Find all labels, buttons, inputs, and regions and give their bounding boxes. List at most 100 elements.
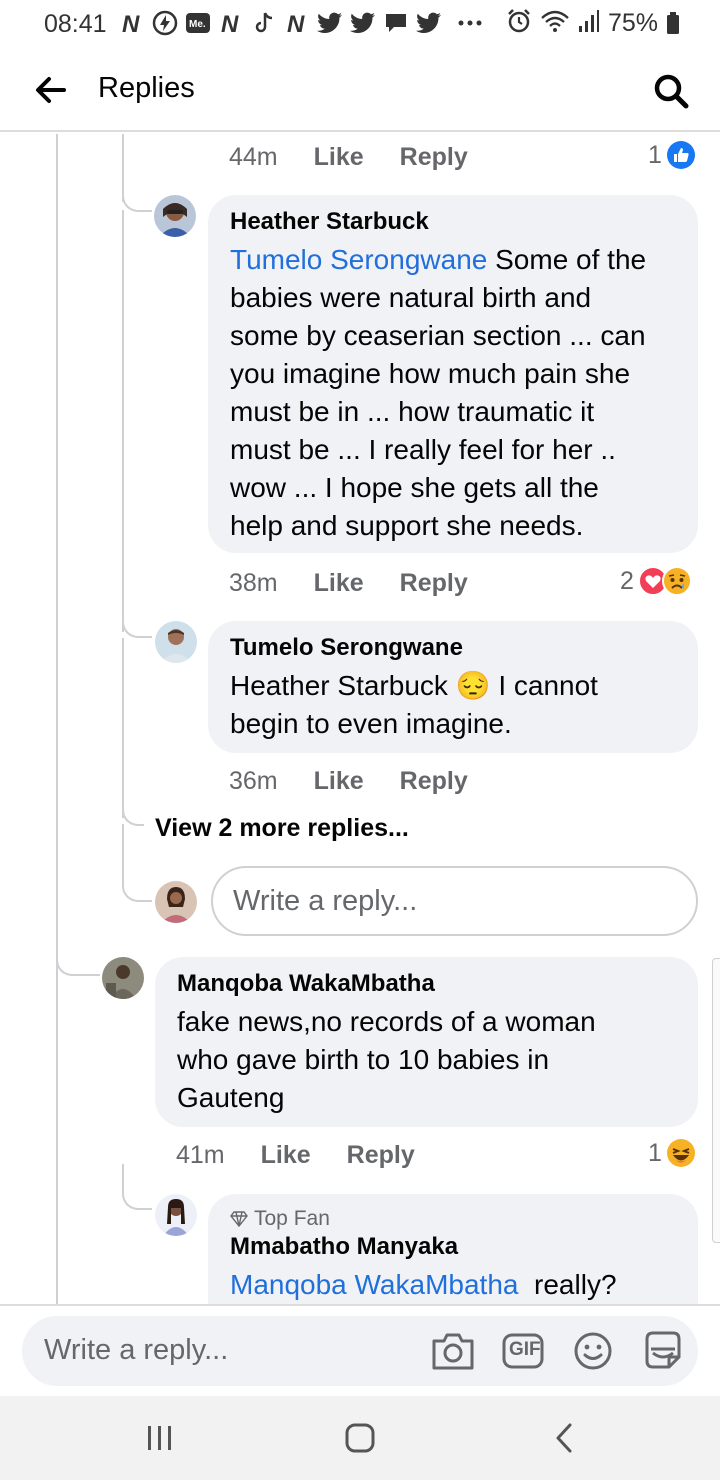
- comment-meta: 38m Like Reply: [229, 566, 504, 600]
- avatar[interactable]: [154, 195, 196, 237]
- sticker-button[interactable]: [640, 1328, 686, 1374]
- reply-text-line: babies were natural birth and: [230, 282, 592, 313]
- view-more-replies-link[interactable]: View 2 more replies...: [155, 814, 409, 843]
- gif-label: GIF: [509, 1339, 541, 1360]
- author-name[interactable]: Mmabatho Manyaka: [230, 1232, 676, 1262]
- thread-connector: [122, 882, 152, 902]
- thread-line-inner: [122, 638, 124, 818]
- composer[interactable]: Write a reply... GIF: [22, 1316, 698, 1386]
- sad-reaction-icon: [661, 566, 692, 596]
- my-avatar: [155, 881, 197, 923]
- battery-icon: [666, 12, 680, 34]
- comment-text: fake news,no records of a woman who gave…: [177, 1003, 676, 1117]
- home-icon: [345, 1423, 375, 1453]
- reply-text-line: I cannot: [490, 670, 598, 701]
- twitter-icon: [415, 9, 443, 37]
- alarm-icon: [506, 8, 532, 39]
- scrollbar[interactable]: [712, 958, 720, 1243]
- reply-button[interactable]: Reply: [347, 1141, 415, 1170]
- recents-button[interactable]: [130, 1416, 190, 1460]
- notification-icons: N Me. N N: [118, 8, 484, 38]
- reply-text-line: really?: [518, 1269, 617, 1300]
- like-button[interactable]: Like: [314, 569, 364, 598]
- search-icon: [654, 74, 689, 109]
- reaction-summary[interactable]: 2: [620, 564, 692, 598]
- thread-line-inner: [122, 134, 124, 202]
- emoji-pensive-icon: 😔: [455, 670, 491, 701]
- wifi-icon: [540, 9, 570, 38]
- reply-bubble[interactable]: Top Fan Mmabatho Manyaka Manqoba WakaMba…: [208, 1194, 698, 1304]
- like-button[interactable]: Like: [314, 767, 364, 796]
- composer-bar: Write a reply... GIF: [0, 1304, 720, 1396]
- avatar[interactable]: [155, 1194, 197, 1236]
- author-name[interactable]: Manqoba WakaMbatha: [177, 969, 676, 999]
- camera-button[interactable]: [430, 1328, 476, 1374]
- reply-button[interactable]: Reply: [400, 143, 468, 172]
- reaction-count: 1: [648, 1138, 662, 1167]
- emoji-button[interactable]: [570, 1328, 616, 1374]
- reaction-summary[interactable]: 1: [648, 1136, 696, 1170]
- emoji-icon: [574, 1332, 612, 1370]
- author-name[interactable]: Tumelo Serongwane: [230, 633, 676, 663]
- thread-connector: [122, 622, 152, 638]
- reply-text-line: Some of the: [487, 244, 647, 275]
- top-fan-label: Top Fan: [254, 1207, 330, 1230]
- thread-connector: [122, 810, 144, 826]
- reply-bubble[interactable]: Heather Starbuck Tumelo Serongwane Some …: [208, 195, 698, 553]
- reaction-count: 1: [648, 140, 662, 169]
- reply-text-line: you imagine how much pain she: [230, 358, 631, 389]
- diamond-icon: [230, 1211, 248, 1227]
- search-button[interactable]: [648, 68, 694, 114]
- mention-link[interactable]: Tumelo Serongwane: [230, 244, 487, 275]
- tiktok-icon: [250, 9, 278, 37]
- messenger-bolt-icon: [151, 9, 179, 37]
- author-name[interactable]: Heather Starbuck: [230, 207, 676, 237]
- svg-text:N: N: [122, 11, 140, 35]
- reply-text: Tumelo Serongwane Some of the babies wer…: [230, 241, 676, 545]
- status-bar: 08:41 N Me. N N 75%: [0, 0, 720, 48]
- arrow-left-icon: [36, 77, 66, 103]
- comment-time: 36m: [229, 766, 278, 795]
- avatar[interactable]: [102, 957, 144, 999]
- me-icon: Me.: [184, 9, 212, 37]
- reply-thread: 44m Like Reply 1 Heather Starbuck Tumelo…: [0, 134, 720, 1304]
- camera-icon: [432, 1333, 474, 1370]
- system-icons: 75%: [506, 8, 680, 38]
- thread-connector: [56, 956, 100, 976]
- comment-text-line: fake news,no records of a woman: [177, 1006, 596, 1037]
- avatar[interactable]: [155, 621, 197, 663]
- comment-time: 38m: [229, 568, 278, 597]
- reply-bubble[interactable]: Tumelo Serongwane Heather Starbuck 😔 I c…: [208, 621, 698, 753]
- reply-text-line: must be in ... how traumatic it: [230, 396, 595, 427]
- svg-text:N: N: [221, 11, 239, 35]
- mention-link[interactable]: Manqoba WakaMbatha: [230, 1269, 518, 1300]
- comment-meta: 41m Like Reply: [176, 1138, 451, 1172]
- recents-icon: [148, 1426, 171, 1450]
- status-time: 08:41: [44, 10, 107, 38]
- system-nav-bar: [0, 1396, 720, 1480]
- reply-button[interactable]: Reply: [400, 767, 468, 796]
- back-button[interactable]: [28, 70, 72, 110]
- back-nav-button[interactable]: [534, 1416, 594, 1460]
- comment-bubble[interactable]: Manqoba WakaMbatha fake news,no records …: [155, 957, 698, 1127]
- netflix-n-icon: N: [118, 9, 146, 37]
- reply-text-line: help and support she needs.: [230, 510, 584, 541]
- thread-line-outer: [56, 134, 58, 954]
- reply-button[interactable]: Reply: [400, 569, 468, 598]
- reply-text: Heather Starbuck 😔 I cannot begin to eve…: [230, 667, 676, 743]
- mention-link[interactable]: Heather Starbuck: [230, 670, 448, 701]
- reply-input[interactable]: Write a reply...: [211, 866, 698, 936]
- like-button[interactable]: Like: [261, 1141, 311, 1170]
- reaction-summary[interactable]: 1: [648, 138, 696, 172]
- comment-meta: 36m Like Reply: [229, 764, 504, 798]
- app-bar: Replies: [0, 48, 720, 132]
- haha-reaction-icon: [666, 1139, 695, 1167]
- home-button[interactable]: [330, 1416, 390, 1460]
- reply-text: Manqoba WakaMbatha really?: [230, 1266, 676, 1304]
- like-button[interactable]: Like: [314, 143, 364, 172]
- composer-input[interactable]: Write a reply...: [44, 1334, 228, 1367]
- battery-percent: 75%: [607, 8, 658, 37]
- reply-text-line: begin to even imagine.: [230, 708, 512, 739]
- twitter-icon: [316, 9, 344, 37]
- gif-button[interactable]: GIF: [500, 1328, 546, 1374]
